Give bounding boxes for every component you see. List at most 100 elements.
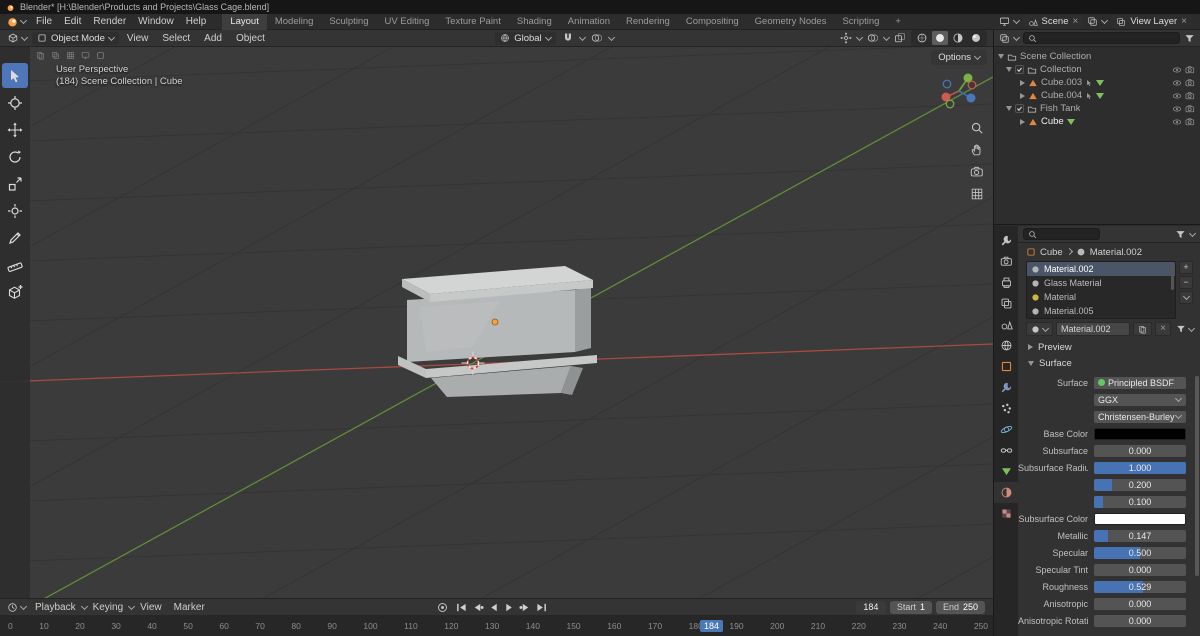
proportional-editing-toggle[interactable] — [589, 31, 605, 45]
menu-help[interactable]: Help — [180, 16, 213, 27]
base-color-swatch[interactable] — [1094, 427, 1186, 440]
expand-icon[interactable] — [1020, 79, 1025, 86]
disable-render-icon[interactable] — [1185, 65, 1195, 75]
editor-type-button[interactable] — [4, 32, 30, 44]
surface-shader-dropdown[interactable]: Principled BSDF — [1094, 376, 1186, 389]
menu-window[interactable]: Window — [132, 16, 180, 27]
navigation-gizmo[interactable] — [937, 69, 981, 116]
specular-tint-slider[interactable]: 0.000 — [1094, 563, 1186, 576]
next-keyframe-button[interactable] — [519, 602, 532, 613]
specular-slider[interactable]: 0.500 — [1094, 546, 1186, 559]
section-preview[interactable]: Preview — [1018, 339, 1200, 355]
playhead-badge[interactable]: 184 — [700, 620, 724, 632]
screen-icon[interactable] — [999, 16, 1010, 27]
tool-select-box[interactable] — [2, 63, 28, 88]
menu-view[interactable]: View — [134, 602, 168, 613]
tool-add-cube[interactable] — [2, 279, 28, 304]
unlink-material-button[interactable]: × — [1155, 322, 1171, 336]
mini-copy-icon[interactable] — [36, 51, 45, 60]
browse-material-button[interactable] — [1026, 322, 1053, 336]
add-workspace-button[interactable]: + — [887, 14, 909, 30]
subsurface-color-swatch[interactable] — [1094, 512, 1186, 525]
slot-list-scrollbar[interactable] — [1171, 264, 1174, 290]
shading-wireframe-button[interactable] — [914, 31, 930, 45]
hide-eye-icon[interactable] — [1172, 78, 1182, 88]
workspace-tab-rendering[interactable]: Rendering — [618, 14, 678, 30]
menu-add[interactable]: Add — [198, 33, 228, 44]
properties-tab-tool[interactable] — [994, 230, 1018, 251]
hide-eye-icon[interactable] — [1172, 65, 1182, 75]
properties-tab-physics[interactable] — [994, 419, 1018, 440]
expand-icon[interactable] — [1006, 67, 1012, 72]
material-slot-item[interactable]: Material.005 — [1027, 304, 1175, 318]
subsurface-method-dropdown[interactable]: Christensen-Burley — [1094, 410, 1186, 423]
workspace-tab-modeling[interactable]: Modeling — [267, 14, 322, 30]
expand-icon[interactable] — [1006, 106, 1012, 111]
transform-orientation-selector[interactable]: Global — [495, 31, 556, 45]
slot-specials-button[interactable] — [1179, 291, 1193, 304]
viewport-3d[interactable]: Options User Perspective (184) Scene Col… — [0, 47, 993, 598]
workspace-tab-animation[interactable]: Animation — [560, 14, 618, 30]
scene-selector[interactable]: Scene × — [1022, 15, 1084, 28]
view-layer-selector[interactable]: View Layer × — [1111, 15, 1192, 28]
camera-view-icon[interactable] — [970, 165, 984, 179]
properties-tab-output[interactable] — [994, 272, 1018, 293]
properties-tab-render[interactable] — [994, 251, 1018, 272]
editor-type-button[interactable] — [4, 602, 29, 613]
timeline-ruler[interactable]: 0 10 20 30 40 50 60 70 80 90 100 110 120 130 140 150 160… — [0, 615, 993, 636]
menu-file[interactable]: File — [30, 16, 58, 27]
filter-funnel-icon[interactable] — [1175, 229, 1186, 240]
disable-render-icon[interactable] — [1185, 91, 1195, 101]
new-material-button[interactable] — [1133, 322, 1153, 336]
menu-marker[interactable]: Marker — [168, 602, 211, 613]
play-reverse-button[interactable] — [487, 602, 500, 613]
end-frame-field[interactable]: End 250 — [935, 600, 985, 614]
blender-logo-icon[interactable] — [6, 15, 19, 28]
mode-selector[interactable]: Object Mode — [32, 31, 119, 45]
material-slot-item[interactable]: Material — [1027, 290, 1175, 304]
tool-measure[interactable] — [2, 252, 28, 277]
metallic-slider[interactable]: 0.147 — [1094, 529, 1186, 542]
tool-move[interactable] — [2, 117, 28, 142]
mini-grid-icon[interactable] — [66, 51, 75, 60]
breadcrumb-material[interactable]: Material.002 — [1090, 247, 1142, 258]
shading-material-button[interactable] — [950, 31, 966, 45]
properties-scrollbar[interactable] — [1195, 376, 1199, 576]
subsurface-radius-y-field[interactable]: 0.200 — [1094, 478, 1186, 491]
menu-render[interactable]: Render — [87, 16, 132, 27]
tool-scale[interactable] — [2, 171, 28, 196]
tool-transform[interactable] — [2, 198, 28, 223]
properties-tab-world[interactable] — [994, 335, 1018, 356]
workspace-tab-shading[interactable]: Shading — [509, 14, 560, 30]
properties-tab-modifiers[interactable] — [994, 377, 1018, 398]
outliner-row-collection[interactable]: Collection — [994, 63, 1200, 76]
filter-funnel-icon[interactable] — [1176, 324, 1186, 334]
hide-eye-icon[interactable] — [1172, 104, 1182, 114]
hide-eye-icon[interactable] — [1172, 117, 1182, 127]
workspace-tab-compositing[interactable]: Compositing — [678, 14, 747, 30]
properties-tab-particles[interactable] — [994, 398, 1018, 419]
roughness-slider[interactable]: 0.529 — [1094, 580, 1186, 593]
properties-tab-view-layer[interactable] — [994, 293, 1018, 314]
pan-hand-icon[interactable] — [970, 143, 984, 157]
menu-edit[interactable]: Edit — [58, 16, 87, 27]
workspace-tab-layout[interactable]: Layout — [222, 13, 267, 30]
auto-keyframe-toggle[interactable] — [438, 602, 447, 612]
menu-object[interactable]: Object — [230, 33, 271, 44]
workspace-tab-texture-paint[interactable]: Texture Paint — [437, 14, 508, 30]
tool-rotate[interactable] — [2, 144, 28, 169]
properties-search-input[interactable] — [1023, 228, 1100, 240]
hide-eye-icon[interactable] — [1172, 91, 1182, 101]
distribution-dropdown[interactable]: GGX — [1094, 393, 1186, 406]
snap-toggle[interactable] — [560, 31, 576, 45]
view-layer-icon[interactable] — [1087, 16, 1098, 27]
anisotropic-slider[interactable]: 0.000 — [1094, 597, 1186, 610]
material-slot-item[interactable]: Glass Material — [1027, 276, 1175, 290]
toggle-perspective-icon[interactable] — [970, 187, 984, 201]
menu-playback[interactable]: Playback — [29, 602, 82, 613]
outliner-editor-icon[interactable] — [999, 33, 1010, 44]
properties-tab-scene[interactable] — [994, 314, 1018, 335]
workspace-tab-sculpting[interactable]: Sculpting — [321, 14, 376, 30]
jump-to-end-button[interactable] — [535, 602, 548, 613]
breadcrumb-object[interactable]: Cube — [1040, 247, 1063, 258]
